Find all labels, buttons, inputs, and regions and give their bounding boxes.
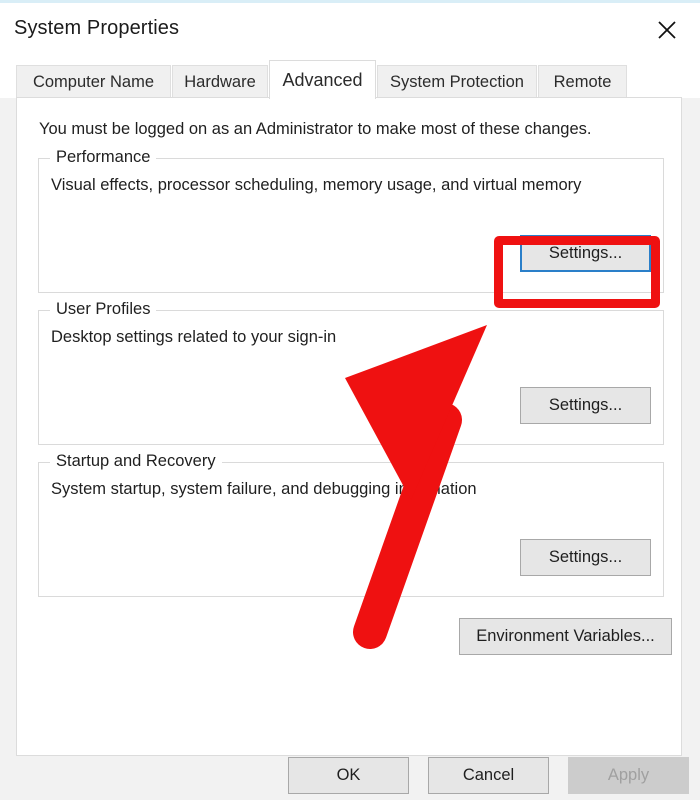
tab-advanced[interactable]: Advanced (269, 60, 376, 99)
advanced-tab-panel: You must be logged on as an Administrato… (16, 97, 682, 756)
tab-computer-name[interactable]: Computer Name (16, 65, 171, 98)
user-profiles-settings-button[interactable]: Settings... (520, 387, 651, 424)
performance-settings-button[interactable]: Settings... (520, 235, 651, 272)
ok-button[interactable]: OK (288, 757, 409, 794)
system-properties-dialog: System Properties Computer Name Hardware… (0, 0, 700, 800)
environment-variables-button[interactable]: Environment Variables... (459, 618, 672, 655)
user-profiles-group: User Profiles Desktop settings related t… (38, 300, 664, 445)
title-bar: System Properties (0, 3, 700, 60)
performance-group: Performance Visual effects, processor sc… (38, 148, 664, 293)
tab-strip: Computer Name Hardware Advanced System P… (0, 60, 700, 99)
startup-recovery-settings-button[interactable]: Settings... (520, 539, 651, 576)
startup-recovery-group-label: Startup and Recovery (50, 452, 222, 471)
close-button[interactable] (640, 7, 694, 53)
performance-description: Visual effects, processor scheduling, me… (51, 176, 582, 194)
apply-button: Apply (568, 757, 689, 794)
close-icon (657, 20, 677, 40)
tab-hardware[interactable]: Hardware (172, 65, 268, 98)
performance-group-label: Performance (50, 148, 157, 167)
administrator-note: You must be logged on as an Administrato… (39, 120, 592, 138)
startup-recovery-group: Startup and Recovery System startup, sys… (38, 452, 664, 597)
startup-recovery-description: System startup, system failure, and debu… (51, 480, 477, 498)
tab-remote[interactable]: Remote (538, 65, 627, 98)
user-profiles-group-label: User Profiles (50, 300, 157, 319)
tab-system-protection[interactable]: System Protection (377, 65, 537, 98)
window-title: System Properties (14, 17, 180, 39)
user-profiles-description: Desktop settings related to your sign-in (51, 328, 337, 346)
cancel-button[interactable]: Cancel (428, 757, 549, 794)
